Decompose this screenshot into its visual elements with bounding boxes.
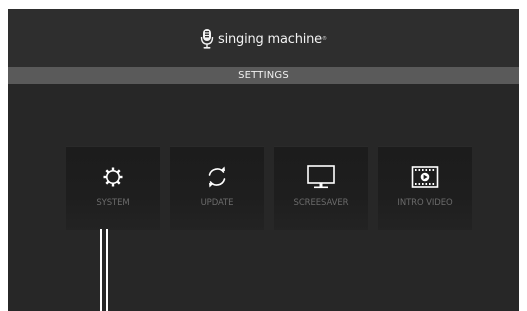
screensaver-label: SCREESAVER bbox=[293, 198, 349, 208]
refresh-icon bbox=[208, 166, 226, 188]
settings-menu: SYSTEM UPDATE SCREESAVER INTRO VIDEO bbox=[66, 146, 476, 230]
intro-video-tile[interactable]: INTRO VIDEO bbox=[378, 146, 472, 230]
film-play-icon bbox=[411, 166, 439, 188]
header-bar: singing machine ® bbox=[8, 9, 519, 67]
gear-icon bbox=[103, 167, 123, 187]
update-label: UPDATE bbox=[200, 198, 234, 208]
system-tile[interactable]: SYSTEM bbox=[66, 146, 160, 230]
selection-indicator-left bbox=[100, 229, 102, 311]
trademark-mark: ® bbox=[321, 36, 327, 42]
brand-name: singing machine bbox=[218, 31, 322, 47]
intro-video-label: INTRO VIDEO bbox=[397, 198, 453, 208]
page-title: SETTINGS bbox=[8, 67, 519, 84]
app-screen: singing machine ® SETTINGS SYSTEM UPDATE… bbox=[8, 9, 519, 311]
screensaver-tile[interactable]: SCREESAVER bbox=[274, 146, 368, 230]
update-tile[interactable]: UPDATE bbox=[170, 146, 264, 230]
microphone-icon bbox=[200, 29, 214, 49]
system-label: SYSTEM bbox=[96, 198, 130, 208]
brand-logo: singing machine ® bbox=[8, 26, 519, 52]
monitor-icon bbox=[307, 165, 335, 189]
selection-indicator-right bbox=[106, 229, 108, 311]
